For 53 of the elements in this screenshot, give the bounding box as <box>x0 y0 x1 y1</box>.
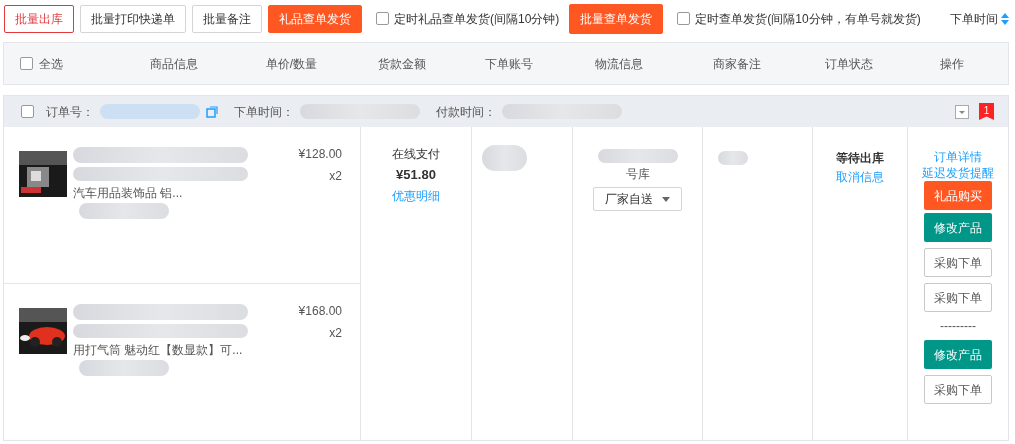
purchase-order-button[interactable]: 采购下单 <box>924 248 992 277</box>
gift-buy-button[interactable]: 礼品购买 <box>924 181 992 210</box>
toolbar-button[interactable]: 批量打印快递单 <box>80 4 186 33</box>
caret-icon <box>662 196 670 202</box>
toolbar-button[interactable]: 批量备注 <box>192 4 262 33</box>
quantity: x2 <box>329 325 342 342</box>
unit-price: ¥168.00 <box>298 303 342 320</box>
checkbox[interactable] <box>376 12 389 25</box>
order-checkbox[interactable] <box>21 105 34 118</box>
action-link[interactable]: 延迟发货提醒 <box>922 165 994 181</box>
blurred-text <box>482 145 527 171</box>
payment-amount: ¥51.80 <box>396 166 436 184</box>
discount-link[interactable]: 优惠明细 <box>392 186 440 205</box>
column-header: 物流信息 <box>594 55 644 73</box>
checkbox-label: 定时查单发货(间隔10分钟，有单号就发货) <box>695 10 921 28</box>
copy-icon[interactable] <box>206 105 218 118</box>
column-header: 商家备注 <box>711 55 762 73</box>
column-header: 单价/数量 <box>264 55 319 73</box>
edit-product-button[interactable]: 修改产品 <box>924 340 992 369</box>
warehouse-text: 号库 <box>625 166 650 183</box>
dropdown-icon[interactable] <box>955 104 969 119</box>
shipping-select[interactable]: 厂家自送 <box>593 187 682 211</box>
action-link[interactable]: 订单详情 <box>934 149 982 165</box>
column-header: 下单账号 <box>484 55 534 73</box>
checkbox[interactable] <box>677 12 691 25</box>
column-header: 货款金额 <box>376 55 427 73</box>
purchase-order-button[interactable]: 采购下单 <box>924 283 992 312</box>
toolbar-button[interactable]: 批量查单发货 <box>569 3 664 34</box>
order-status: 等待出库 <box>836 150 884 167</box>
column-header: 商品信息 <box>149 55 199 73</box>
separator-text: --------- <box>940 318 976 335</box>
purchase-order-button[interactable]: 采购下单 <box>924 375 992 404</box>
payment-method: 在线支付 <box>392 146 440 163</box>
cancel-info-link[interactable]: 取消信息 <box>836 168 884 186</box>
column-header: 订单状态 <box>824 55 874 73</box>
order-time-label: 下单时间： <box>234 103 294 121</box>
edit-product-button[interactable]: 修改产品 <box>924 213 992 242</box>
blurred-text <box>718 151 748 165</box>
column-header: 操作 <box>938 55 965 73</box>
select-all-checkbox[interactable] <box>20 57 33 70</box>
toolbar-button[interactable]: 礼品查单发货 <box>268 4 362 33</box>
quantity: x2 <box>329 168 342 185</box>
unit-price: ¥128.00 <box>298 146 342 163</box>
product-name[interactable]: 用打气筒 魅动红【数显款】可... <box>73 342 248 358</box>
checkbox-label: 定时礼品查单发货(间隔10分钟) <box>394 10 560 28</box>
product-name[interactable]: 汽车用品装饰品 铝... <box>73 185 248 201</box>
sort-icon[interactable] <box>1001 12 1009 25</box>
order-number-label: 订单号： <box>46 103 94 121</box>
sort-label[interactable]: 下单时间 <box>950 9 998 28</box>
flag-badge: 1 <box>979 103 994 120</box>
toolbar-button[interactable]: 批量出库 <box>4 4 74 33</box>
payment-time-label: 付款时间： <box>436 103 496 121</box>
select-all-label: 全选 <box>39 55 63 73</box>
